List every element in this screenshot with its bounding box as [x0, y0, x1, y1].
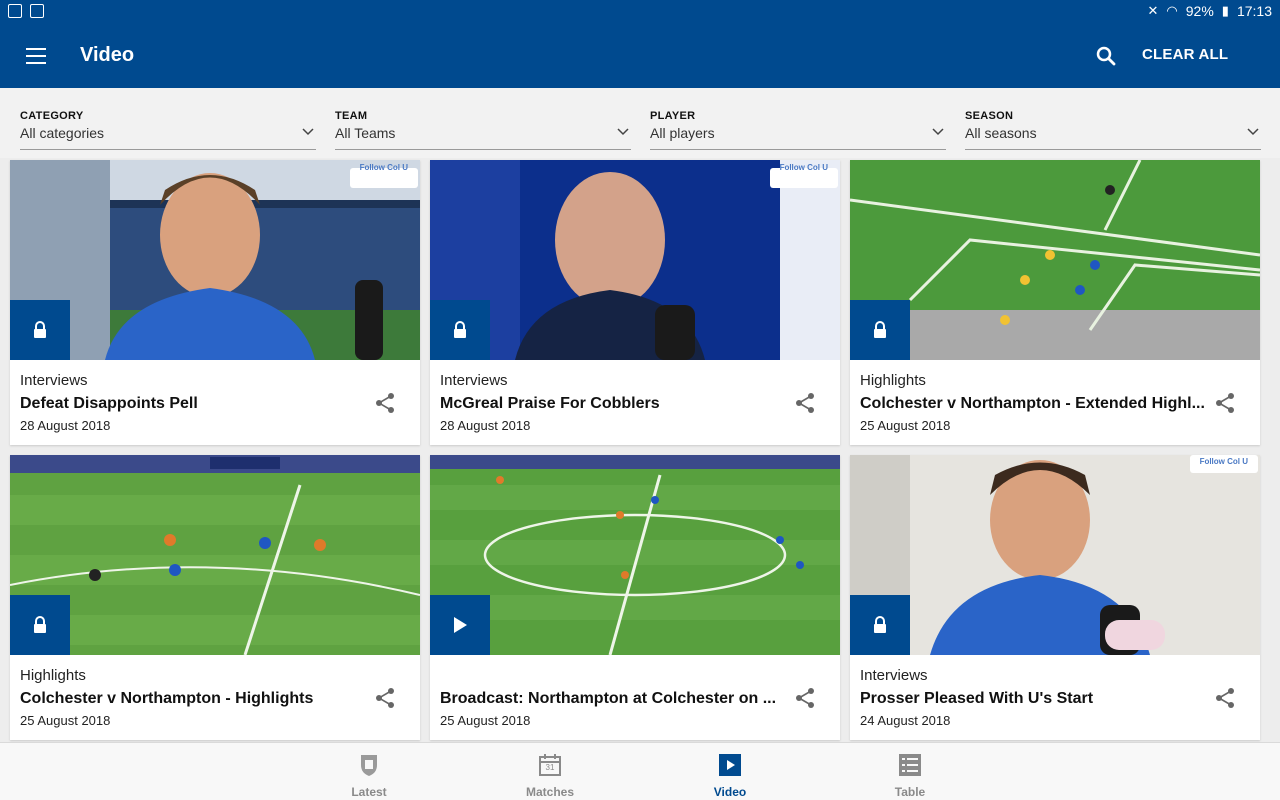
locked-content-badge	[10, 300, 70, 360]
video-thumbnail[interactable]	[850, 160, 1260, 360]
nav-label: Latest	[351, 785, 387, 799]
video-card[interactable]: Broadcast: Northampton at Colchester on …	[430, 455, 840, 740]
filter-label: SEASON	[965, 110, 1014, 122]
locked-content-badge	[430, 300, 490, 360]
video-date: 24 August 2018	[860, 713, 951, 728]
video-thumbnail[interactable]	[430, 455, 840, 655]
clear-all-button[interactable]: CLEAR ALL	[1142, 46, 1228, 63]
crest-icon	[361, 755, 377, 776]
share-icon[interactable]	[374, 687, 396, 709]
nav-label: Matches	[525, 785, 575, 799]
share-icon[interactable]	[374, 392, 396, 414]
chevron-down-icon	[1247, 128, 1259, 136]
table-list-icon	[899, 754, 921, 776]
locked-content-badge	[850, 595, 910, 655]
filter-value: All Teams	[335, 125, 396, 141]
video-category: Highlights	[20, 667, 86, 684]
video-date: 25 August 2018	[860, 418, 951, 433]
filter-value: All categories	[20, 125, 105, 141]
video-card[interactable]: Highlights Colchester v Northampton - Ex…	[850, 160, 1260, 445]
locked-content-badge	[10, 595, 70, 655]
lock-icon	[34, 616, 46, 633]
video-thumbnail[interactable]: Follow Col U	[850, 455, 1260, 655]
filter-value: All players	[650, 125, 715, 141]
video-thumbnail[interactable]: Follow Col U	[430, 160, 840, 360]
status-bar: ✕ ◠ 92% ▮ 17:13	[0, 0, 1280, 24]
video-title: Colchester v Northampton - Highlights	[20, 690, 314, 707]
lock-icon	[34, 321, 46, 338]
page-title: Video	[80, 44, 135, 66]
screenshot-notification-icon	[30, 4, 44, 18]
video-date: 28 August 2018	[440, 418, 531, 433]
chevron-down-icon	[302, 128, 314, 136]
mute-icon: ✕	[1147, 3, 1159, 18]
video-category: Interviews	[20, 372, 88, 389]
video-title: Defeat Disappoints Pell	[20, 395, 198, 412]
video-date: 28 August 2018	[20, 418, 111, 433]
lock-icon	[874, 616, 886, 633]
share-icon[interactable]	[794, 392, 816, 414]
video-category: Interviews	[860, 667, 928, 684]
video-date: 25 August 2018	[20, 713, 111, 728]
battery-icon: ▮	[1221, 3, 1229, 18]
hamburger-menu-icon[interactable]	[26, 48, 46, 64]
category-filter[interactable]: CATEGORY All categories	[20, 110, 316, 150]
video-title: Broadcast: Northampton at Colchester on …	[440, 690, 777, 707]
video-thumbnail[interactable]	[10, 455, 420, 655]
video-date: 25 August 2018	[440, 713, 531, 728]
filter-label: PLAYER	[650, 110, 696, 122]
video-category: Highlights	[860, 372, 926, 389]
share-icon[interactable]	[794, 687, 816, 709]
bottom-navigation: Latest 31 Matches Video Table	[0, 742, 1280, 800]
battery-percent: 92%	[1185, 3, 1214, 19]
video-category: Interviews	[440, 372, 508, 389]
video-thumbnail[interactable]: Follow Col U	[10, 160, 420, 360]
share-icon[interactable]	[1214, 687, 1236, 709]
filter-label: TEAM	[335, 110, 368, 122]
wifi-icon: ◠	[1166, 3, 1178, 18]
thumb-logo-text: Follow Col U	[779, 163, 828, 172]
chevron-down-icon	[932, 128, 944, 136]
player-filter[interactable]: PLAYER All players	[650, 110, 946, 150]
filter-value: All seasons	[965, 125, 1037, 141]
play-icon	[454, 617, 467, 633]
nav-label: Table	[894, 785, 926, 799]
thumb-logo-text: Follow Col U	[359, 163, 408, 172]
video-play-icon	[719, 754, 741, 776]
play-badge[interactable]	[430, 595, 490, 655]
nav-tab-latest[interactable]: Latest	[309, 743, 429, 800]
team-filter[interactable]: TEAM All Teams	[335, 110, 631, 150]
chevron-down-icon	[617, 128, 629, 136]
nav-label: Video	[713, 785, 747, 799]
lock-icon	[874, 321, 886, 338]
search-icon[interactable]	[1096, 46, 1116, 66]
season-filter[interactable]: SEASON All seasons	[965, 110, 1261, 150]
nav-tab-matches[interactable]: 31 Matches	[490, 743, 610, 800]
app-bar: Video CLEAR ALL	[0, 24, 1280, 88]
filter-bar: CATEGORY All categories TEAM All Teams P…	[0, 88, 1280, 158]
video-card[interactable]: Follow Col U Interviews McGreal Praise F…	[430, 160, 840, 445]
thumb-logo-text: Follow Col U	[1199, 457, 1248, 466]
nav-tab-table[interactable]: Table	[850, 743, 970, 800]
lock-icon	[454, 321, 466, 338]
video-card[interactable]: Follow Col U Interviews Prosser Pleased …	[850, 455, 1260, 740]
nav-tab-video[interactable]: Video	[670, 743, 790, 800]
calendar-day: 31	[545, 763, 555, 772]
clock: 17:13	[1236, 3, 1272, 19]
video-card[interactable]: Follow Col U Interviews Defeat Disappoin…	[10, 160, 420, 445]
filter-label: CATEGORY	[20, 110, 84, 122]
video-title: Prosser Pleased With U's Start	[860, 690, 1094, 707]
video-title: Colchester v Northampton - Extended High…	[860, 395, 1205, 412]
video-title: McGreal Praise For Cobblers	[440, 395, 660, 412]
share-icon[interactable]	[1214, 392, 1236, 414]
video-card[interactable]: Highlights Colchester v Northampton - Hi…	[10, 455, 420, 740]
locked-content-badge	[850, 300, 910, 360]
gallery-notification-icon	[8, 4, 22, 18]
